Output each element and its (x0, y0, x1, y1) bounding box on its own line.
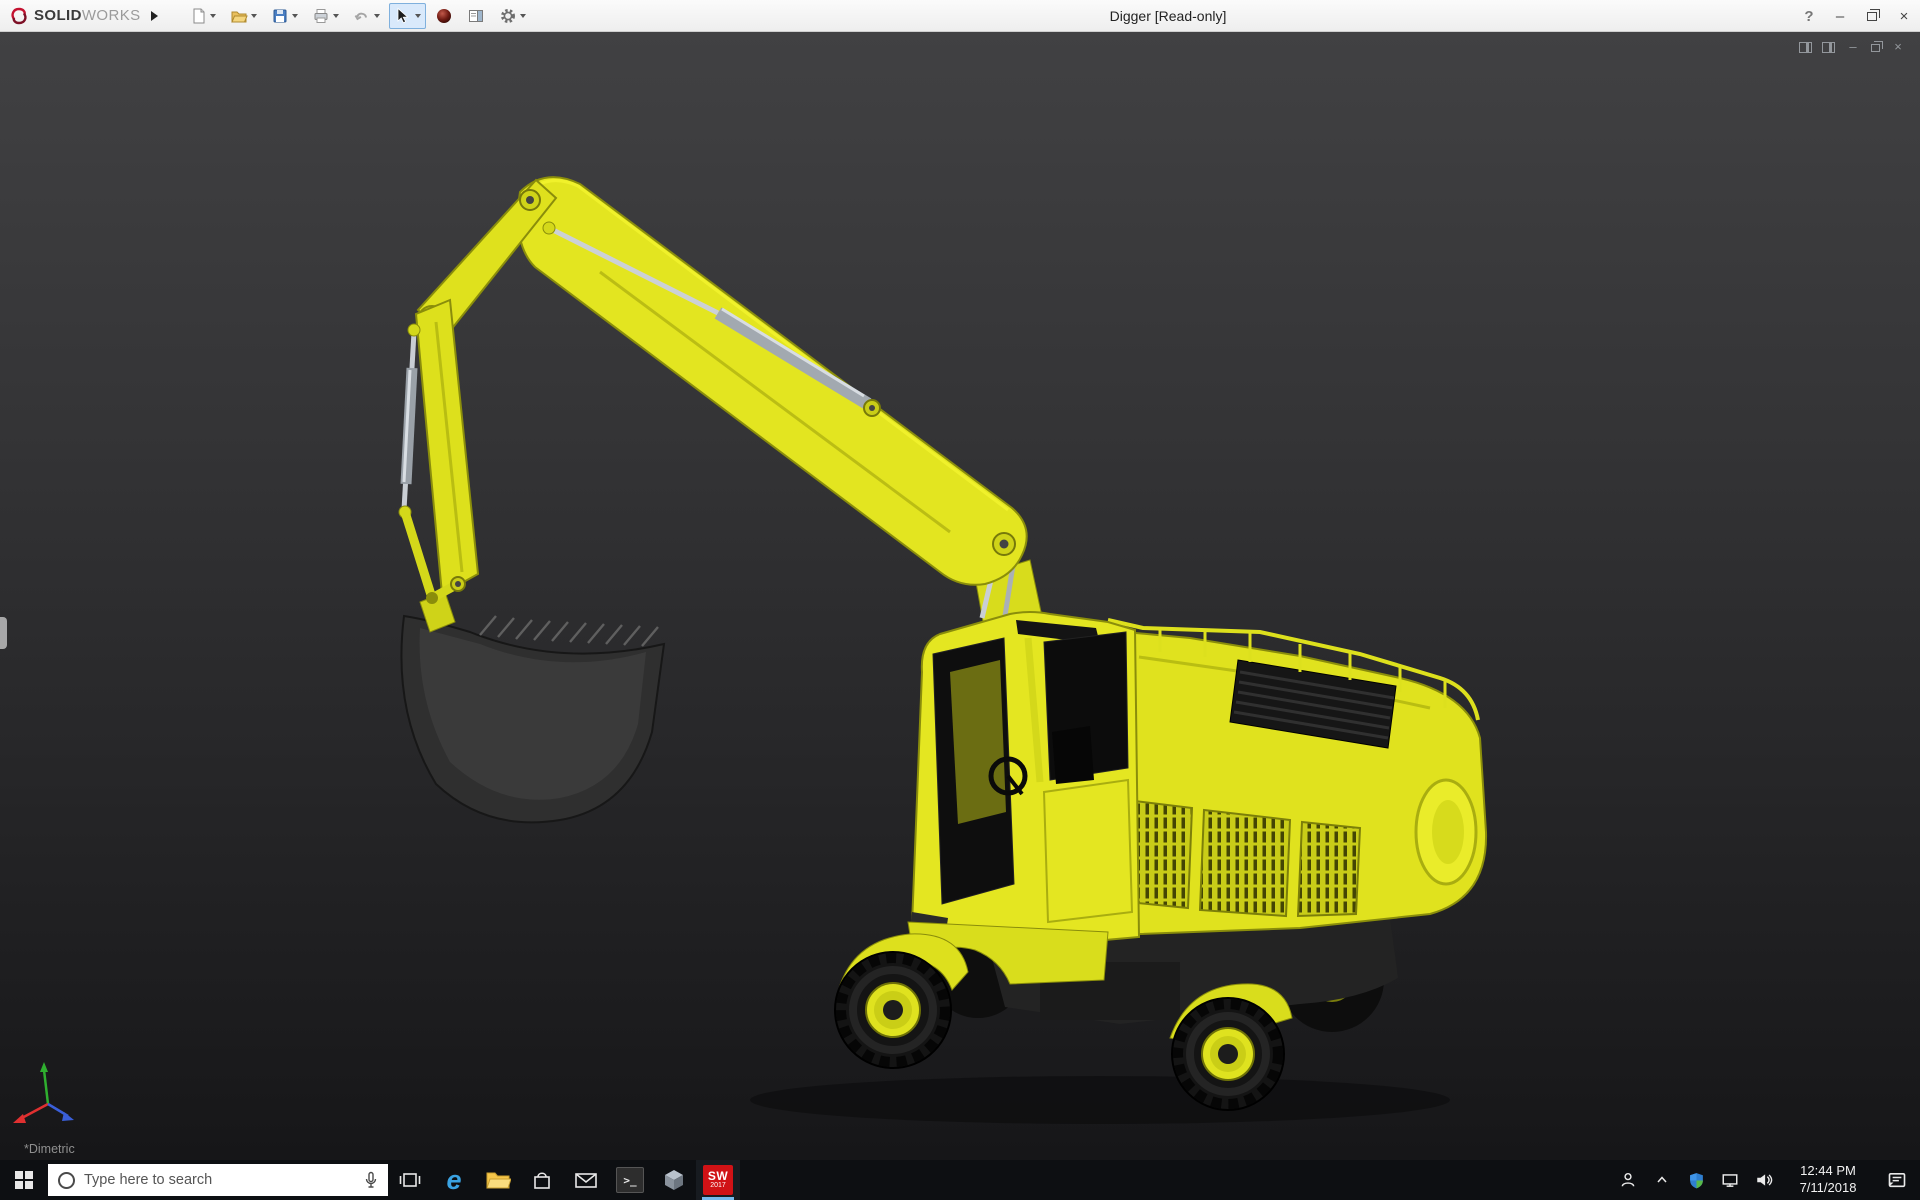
windows-logo-icon (15, 1171, 33, 1189)
print-button[interactable] (307, 3, 344, 29)
window-title: Digger [Read-only] (1110, 0, 1227, 32)
brand-works: WORKS (82, 7, 141, 24)
minimize-button[interactable]: – (1824, 0, 1856, 32)
task-view-button[interactable] (388, 1160, 432, 1200)
brand-solid: SOLID (34, 7, 82, 24)
restore-icon (1867, 12, 1877, 21)
dropdown-caret[interactable] (251, 14, 257, 18)
options-button[interactable] (494, 3, 531, 29)
sphere-icon (435, 7, 453, 25)
microphone-icon[interactable] (364, 1171, 378, 1189)
cube-icon (662, 1168, 686, 1192)
dropdown-caret[interactable] (210, 14, 216, 18)
store-icon (531, 1169, 553, 1191)
terminal-icon: >_ (616, 1167, 644, 1193)
chevron-up-icon (1654, 1172, 1670, 1188)
save-floppy-icon (271, 7, 289, 25)
quick-toolbar (184, 0, 531, 31)
excavator-cab[interactable] (910, 612, 1139, 944)
task-view-icon (399, 1169, 421, 1191)
dropdown-caret[interactable] (374, 14, 380, 18)
material-sphere-button[interactable] (430, 3, 458, 29)
cortana-icon[interactable] (58, 1172, 75, 1189)
dropdown-caret[interactable] (415, 14, 421, 18)
defender-shield-icon (1688, 1172, 1705, 1189)
file-explorer-icon (485, 1169, 511, 1191)
speaker-icon (1755, 1171, 1773, 1189)
excavator-bucket[interactable] (401, 592, 664, 822)
search-input[interactable] (84, 1172, 355, 1188)
view-triad (13, 1062, 74, 1123)
display-pane-button[interactable] (462, 3, 490, 29)
undo-icon (353, 7, 371, 25)
view-orientation-label: *Dimetric (24, 1142, 75, 1156)
ds-swirl-icon (8, 5, 30, 27)
clock-date: 7/11/2018 (1784, 1180, 1872, 1197)
system-tray: 12:44 PM 7/11/2018 (1614, 1160, 1920, 1200)
excavator-body[interactable] (1103, 620, 1486, 934)
dropdown-caret[interactable] (520, 14, 526, 18)
new-document-button[interactable] (184, 3, 221, 29)
gear-icon (499, 7, 517, 25)
taskbar-app-mail[interactable] (564, 1160, 608, 1200)
new-document-icon (189, 7, 207, 25)
security-tray-button[interactable] (1682, 1160, 1710, 1200)
solidworks-logo: SOLIDWORKS (0, 5, 141, 27)
solidworks-icon: SW 2017 (703, 1165, 733, 1195)
help-button[interactable]: ? (1794, 0, 1824, 32)
open-folder-icon (230, 7, 248, 25)
dropdown-caret[interactable] (333, 14, 339, 18)
edge-icon: e (446, 1167, 461, 1194)
taskbar-search[interactable] (48, 1164, 388, 1196)
excavator-wheel-rear[interactable] (1172, 998, 1284, 1110)
taskbar-clock[interactable]: 12:44 PM 7/11/2018 (1784, 1163, 1872, 1197)
close-button[interactable]: × (1888, 0, 1920, 32)
volume-tray-button[interactable] (1750, 1160, 1778, 1200)
people-button[interactable] (1614, 1160, 1642, 1200)
network-tray-button[interactable] (1716, 1160, 1744, 1200)
mail-icon (574, 1170, 598, 1190)
model-shadow (750, 1076, 1450, 1124)
print-icon (312, 7, 330, 25)
select-tool-button[interactable] (389, 3, 426, 29)
taskbar-app-file-explorer[interactable] (476, 1160, 520, 1200)
excavator-wheel-front[interactable] (835, 952, 951, 1068)
select-cursor-icon (394, 7, 412, 25)
windows-taskbar: e >_ SW 2017 (0, 1160, 1920, 1200)
excavator-model[interactable] (0, 32, 1920, 1160)
network-icon (1721, 1171, 1739, 1189)
excavator-stick[interactable] (399, 300, 478, 604)
app-titlebar: SOLIDWORKS (0, 0, 1920, 32)
brand-text: SOLIDWORKS (34, 7, 141, 24)
window-controls: ? – × (1794, 0, 1920, 32)
taskbar-app-terminal[interactable]: >_ (608, 1160, 652, 1200)
start-button[interactable] (0, 1160, 48, 1200)
action-center-button[interactable] (1878, 1160, 1916, 1200)
taskbar-app-edge[interactable]: e (432, 1160, 476, 1200)
open-button[interactable] (225, 3, 262, 29)
people-icon (1619, 1171, 1637, 1189)
undo-button[interactable] (348, 3, 385, 29)
clock-time: 12:44 PM (1784, 1163, 1872, 1180)
taskbar-app-solidworks[interactable]: SW 2017 (696, 1160, 740, 1200)
action-center-icon (1887, 1170, 1907, 1190)
display-pane-icon (467, 7, 485, 25)
menu-flyout-arrow-icon[interactable] (151, 11, 158, 21)
restore-button[interactable] (1856, 0, 1888, 32)
dropdown-caret[interactable] (292, 14, 298, 18)
taskbar-app-cube-viewer[interactable] (652, 1160, 696, 1200)
taskbar-app-store[interactable] (520, 1160, 564, 1200)
hidden-icons-button[interactable] (1648, 1160, 1676, 1200)
graphics-viewport[interactable]: – × (0, 32, 1920, 1160)
save-button[interactable] (266, 3, 303, 29)
excavator-boom[interactable] (418, 177, 1027, 585)
